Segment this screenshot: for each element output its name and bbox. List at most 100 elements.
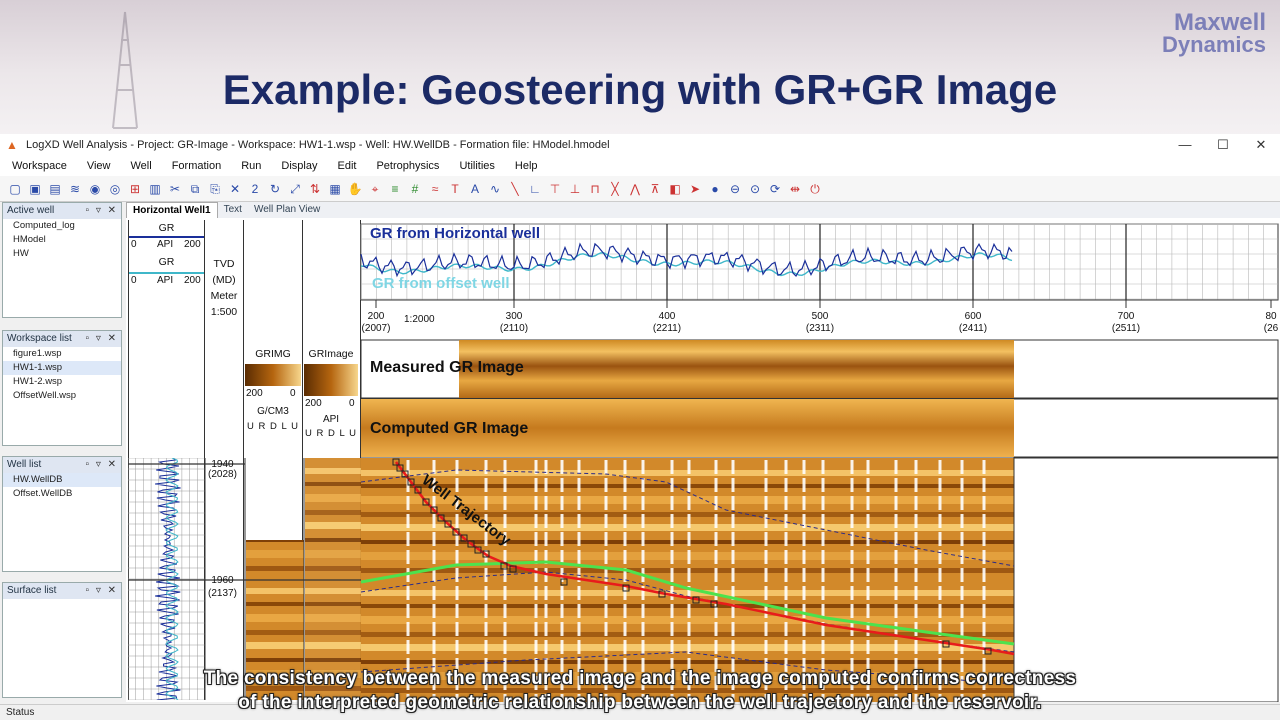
maximize-button[interactable]: ☐: [1204, 137, 1242, 153]
x-tick-label: 600: [965, 311, 982, 322]
menu-run[interactable]: Run: [229, 160, 269, 172]
curve-icon[interactable]: ∿: [486, 180, 504, 198]
slide-title: Example: Geosteering with GR+GR Image: [222, 66, 1058, 113]
on-icon[interactable]: ⏻: [806, 180, 824, 198]
hand-icon[interactable]: ✋: [346, 180, 364, 198]
horizon-icon[interactable]: ≈: [426, 180, 444, 198]
toolbar: ▢ ▣ ▤ ≋ ◉ ◎ ⊞ ▥ ✂ ⧉ ⎘ ✕ 2 ↻ ⤢ ⇅ ▦ ✋ ⌖ ≡ …: [0, 176, 1280, 202]
database-icon[interactable]: ◉: [86, 180, 104, 198]
workspace-item-hw1-2[interactable]: HW1-2.wsp: [3, 375, 121, 389]
sort-icon[interactable]: ⇅: [306, 180, 324, 198]
dip-icon[interactable]: ⋀: [626, 180, 644, 198]
panel-close-icon[interactable]: ▫ ▿ ✕: [86, 457, 122, 473]
tst-icon[interactable]: T: [446, 180, 464, 198]
well-item-hw[interactable]: HW.WellDB: [3, 473, 121, 487]
grid-icon[interactable]: #: [406, 180, 424, 198]
ruler-icon[interactable]: ▥: [146, 180, 164, 198]
tree-item-computed-log[interactable]: Computed_log: [3, 219, 121, 233]
computed-label: Computed GR Image: [370, 420, 528, 437]
cut-icon[interactable]: ✂: [166, 180, 184, 198]
x-tick-md-label: (2211): [653, 323, 681, 334]
x-tick-md-label: (2007): [362, 323, 391, 334]
minimize-button[interactable]: —: [1166, 137, 1204, 153]
x-tick-label: 300: [506, 311, 523, 322]
menu-edit[interactable]: Edit: [325, 160, 364, 172]
pause-icon[interactable]: ⊙: [746, 180, 764, 198]
refresh-icon[interactable]: ↻: [266, 180, 284, 198]
x-tick-md-label: (2110): [500, 323, 528, 334]
expand-icon[interactable]: ⇹: [786, 180, 804, 198]
gr-offset-title: GR from offset well: [372, 275, 510, 292]
menu-formation[interactable]: Formation: [160, 160, 230, 172]
save-all-icon[interactable]: ▤: [46, 180, 64, 198]
copy-icon[interactable]: ⧉: [186, 180, 204, 198]
number-icon[interactable]: 2: [246, 180, 264, 198]
new-file-icon[interactable]: ▢: [6, 180, 24, 198]
tab-horizontal-well1[interactable]: Horizontal Well1: [126, 202, 218, 218]
x-tick-md-label: (2311): [806, 323, 834, 334]
database-stack-icon[interactable]: ◎: [106, 180, 124, 198]
menu-help[interactable]: Help: [503, 160, 546, 172]
panel-close-icon[interactable]: ▫ ▿ ✕: [86, 583, 122, 599]
fault-icon[interactable]: ╳: [606, 180, 624, 198]
sync-icon[interactable]: ⟳: [766, 180, 784, 198]
workspace-item-figure1[interactable]: figure1.wsp: [3, 347, 121, 361]
depth-mark-1940: 1940 (2028): [208, 459, 237, 480]
menu-bar: Workspace View Well Formation Run Displa…: [0, 156, 1280, 176]
main-display: Horizontal Well1 Text Well Plan View GR …: [126, 202, 1280, 702]
marker-bottom-icon[interactable]: ⊓: [586, 180, 604, 198]
panel-close-icon[interactable]: ▫ ▿ ✕: [86, 203, 122, 219]
on-off-icon[interactable]: ◧: [666, 180, 684, 198]
text-a-icon[interactable]: A: [466, 180, 484, 198]
angle-icon[interactable]: ∟: [526, 180, 544, 198]
menu-display[interactable]: Display: [269, 160, 325, 172]
menu-petrophysics[interactable]: Petrophysics: [364, 160, 447, 172]
marker-top-icon[interactable]: ⊤: [546, 180, 564, 198]
crosshair-icon[interactable]: ⌖: [366, 180, 384, 198]
top-icon[interactable]: ⊼: [646, 180, 664, 198]
x-tick-md-label: (26: [1264, 323, 1279, 334]
x-tick-md-label: (2511): [1112, 323, 1140, 334]
signal-icon[interactable]: ≋: [66, 180, 84, 198]
menu-well[interactable]: Well: [118, 160, 159, 172]
insert-track-icon[interactable]: ⊞: [126, 180, 144, 198]
minus-icon[interactable]: ⊖: [726, 180, 744, 198]
brand-logo: Maxwell Dynamics: [1162, 9, 1266, 57]
tab-text[interactable]: Text: [218, 202, 248, 218]
paste-icon[interactable]: ⎘: [206, 180, 224, 198]
left-dock: Active well ▫ ▿ ✕ Computed_log HModel HW …: [0, 202, 124, 702]
gr-horizontal-title: GR from Horizontal well: [370, 225, 540, 242]
trajectory-icon[interactable]: ╲: [506, 180, 524, 198]
x-tick-label: 700: [1118, 311, 1135, 322]
tree-item-hmodel[interactable]: HModel: [3, 233, 121, 247]
x-tick-label: 400: [659, 311, 676, 322]
calculator-icon[interactable]: ▦: [326, 180, 344, 198]
well-list-title: Well list: [7, 459, 42, 470]
play-icon[interactable]: ●: [706, 180, 724, 198]
menu-view[interactable]: View: [75, 160, 119, 172]
workspace-item-hw1-1[interactable]: HW1-1.wsp: [3, 361, 121, 375]
tab-strip: Horizontal Well1 Text Well Plan View: [126, 202, 1280, 218]
workspace-item-offsetwell[interactable]: OffsetWell.wsp: [3, 389, 121, 403]
tree-item-hw[interactable]: HW: [3, 247, 121, 261]
app-window: ▲ LogXD Well Analysis - Project: GR-Imag…: [0, 134, 1280, 720]
surface-list-title: Surface list: [7, 585, 57, 596]
x-tick-label: 500: [812, 311, 829, 322]
section-scale: 1:2000: [404, 314, 435, 325]
zoom-icon[interactable]: ⤢: [286, 180, 304, 198]
menu-utilities[interactable]: Utilities: [447, 160, 502, 172]
panel-close-icon[interactable]: ▫ ▿ ✕: [86, 331, 122, 347]
title-bar: ▲ LogXD Well Analysis - Project: GR-Imag…: [0, 134, 1280, 156]
well-list-panel: Well list ▫ ▿ ✕ HW.WellDB Offset.WellDB: [2, 456, 122, 572]
window-title: LogXD Well Analysis - Project: GR-Image …: [26, 139, 610, 151]
close-button[interactable]: ✕: [1242, 137, 1280, 153]
layers-icon[interactable]: ≡: [386, 180, 404, 198]
well-item-offset[interactable]: Offset.WellDB: [3, 487, 121, 501]
menu-workspace[interactable]: Workspace: [0, 160, 75, 172]
delete-icon[interactable]: ✕: [226, 180, 244, 198]
save-icon[interactable]: ▣: [26, 180, 44, 198]
depth-mark-1960: 1960 (2137): [208, 575, 237, 599]
marker-mid-icon[interactable]: ⊥: [566, 180, 584, 198]
arrow-right-icon[interactable]: ➤: [686, 180, 704, 198]
tab-well-plan-view[interactable]: Well Plan View: [248, 202, 326, 218]
